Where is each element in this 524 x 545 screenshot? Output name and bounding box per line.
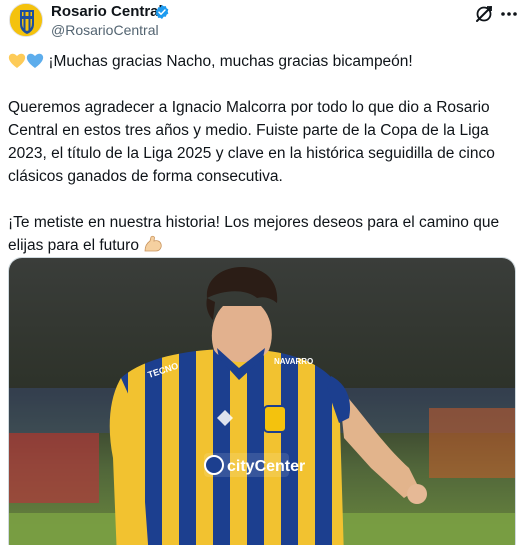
tweet-text: ¡Muchas gracias Nacho, muchas gracias bi… [8, 50, 518, 257]
tweet-header: Rosario Central @RosarioCentral [0, 0, 524, 46]
tweet-paragraph-3: ¡Te metiste en nuestra historia! Los mej… [8, 211, 518, 257]
tweet-line-3: ¡Te metiste en nuestra historia! Los mej… [8, 214, 500, 254]
more-options-icon[interactable] [498, 4, 520, 24]
tweet-photo[interactable]: cityCenter TECNO NAVARRO [8, 257, 516, 545]
flexed-biceps-icon [144, 235, 162, 252]
yellow-heart-icon [8, 53, 26, 68]
tweet-paragraph-2: Queremos agradecer a Ignacio Malcorra po… [8, 99, 495, 185]
verified-badge-icon [155, 5, 169, 19]
display-name[interactable]: Rosario Central [51, 3, 163, 21]
tweet-card: Rosario Central @RosarioCentral ¡Muchas … [0, 0, 524, 545]
tweet-line-1: ¡Muchas gracias Nacho, muchas gracias bi… [48, 53, 413, 70]
avatar[interactable] [9, 3, 43, 37]
grok-icon[interactable] [474, 4, 494, 24]
club-crest-icon [10, 4, 42, 36]
jersey-sponsor-text: cityCenter [227, 458, 305, 475]
blue-heart-icon [26, 53, 44, 68]
player-photo: cityCenter TECNO NAVARRO [9, 258, 515, 545]
shoulder-sponsor-text: NAVARRO [274, 357, 313, 366]
tweet-paragraph-1: ¡Muchas gracias Nacho, muchas gracias bi… [8, 50, 518, 73]
account-handle[interactable]: @RosarioCentral [51, 22, 159, 39]
